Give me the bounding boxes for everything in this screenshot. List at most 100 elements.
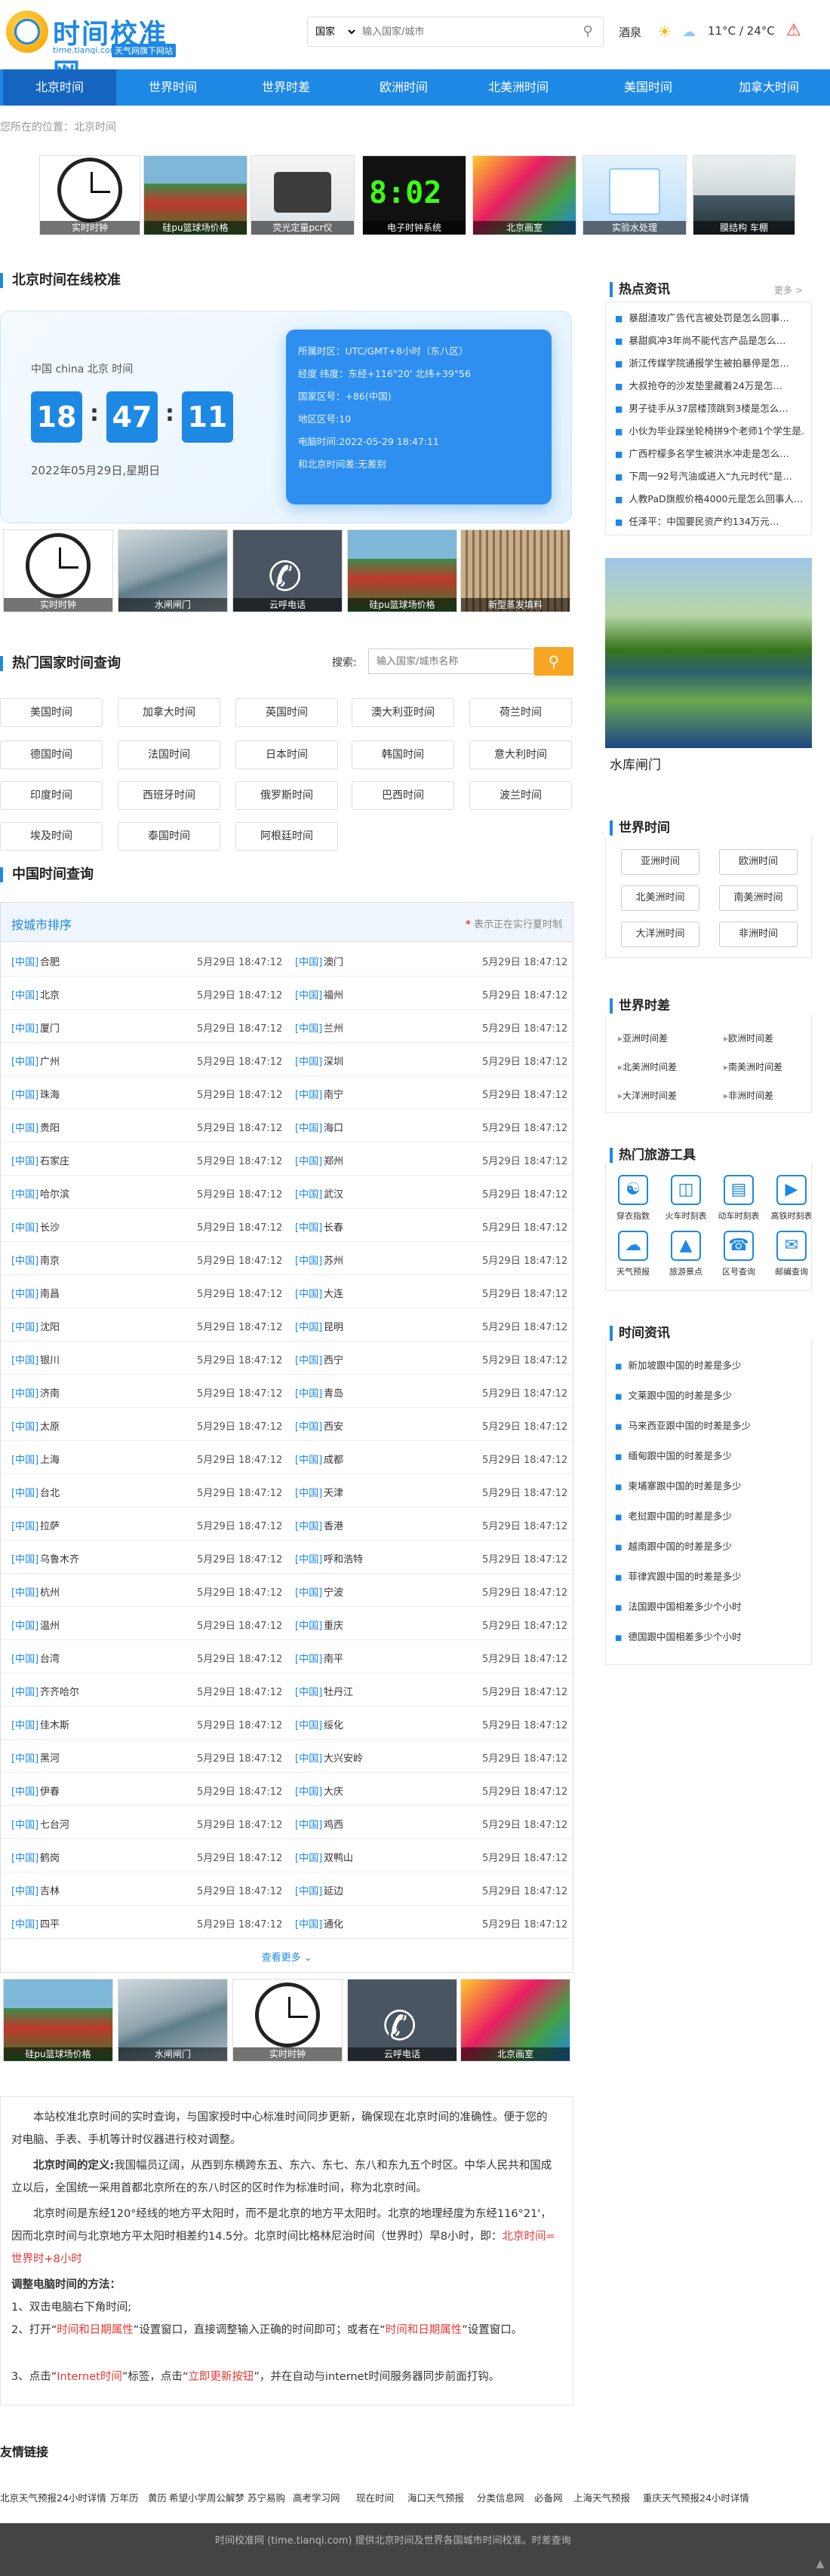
city-name[interactable]: 双鸭山 [324, 1850, 353, 1864]
city-tag[interactable]: [中国] [11, 987, 38, 1001]
city-name[interactable]: 佳木斯 [40, 1717, 69, 1731]
search-icon[interactable]: ⚲ [534, 647, 573, 676]
city-tag[interactable]: [中国] [295, 1186, 322, 1201]
city-name[interactable]: 台湾 [40, 1651, 60, 1665]
city-name[interactable]: 广州 [40, 1053, 60, 1068]
city-name[interactable]: 北京 [40, 987, 60, 1001]
city-name[interactable]: 大兴安岭 [324, 1750, 363, 1765]
city-tag[interactable]: [中国] [295, 1783, 322, 1798]
city-tag[interactable]: [中国] [11, 1618, 38, 1632]
city-name[interactable]: 郑州 [324, 1153, 343, 1167]
world-time-button[interactable]: 非洲时间 [719, 922, 798, 947]
weather-widget[interactable]: 酒泉 ☀ ☁ 11°C / 24°C ⚠ [619, 21, 830, 42]
city-name[interactable]: 珠海 [40, 1087, 60, 1101]
city-tag[interactable]: [中国] [295, 1916, 322, 1930]
city-name[interactable]: 厦门 [40, 1020, 60, 1035]
time-news-item[interactable]: 新加坡跟中国的时差是多少 [615, 1357, 741, 1372]
news-item[interactable]: 小伙为毕业踩坐轮椅拼9个老师1个学生是… [615, 423, 804, 437]
city-tag[interactable]: [中国] [295, 1883, 322, 1897]
city-tag[interactable]: [中国] [11, 1385, 38, 1400]
friend-link[interactable]: 周公解梦 [207, 2490, 244, 2504]
country-button[interactable]: 澳大利亚时间 [352, 698, 454, 727]
city-tag[interactable]: [中国] [295, 1286, 322, 1300]
world-time-button[interactable]: 北美洲时间 [621, 885, 699, 911]
city-name[interactable]: 香港 [324, 1518, 343, 1532]
city-name[interactable]: 银川 [40, 1352, 60, 1366]
world-time-button[interactable]: 欧洲时间 [719, 849, 798, 875]
city-tag[interactable]: [中国] [11, 1020, 38, 1035]
city-tag[interactable]: [中国] [295, 954, 322, 968]
city-name[interactable]: 伊春 [40, 1783, 60, 1798]
city-name[interactable]: 重庆 [324, 1618, 343, 1632]
country-button[interactable]: 阿根廷时间 [235, 822, 338, 851]
country-button[interactable]: 美国时间 [0, 698, 103, 727]
city-name[interactable]: 长沙 [40, 1219, 60, 1234]
city-tag[interactable]: [中国] [11, 1916, 38, 1930]
friend-link[interactable]: 分类信息网 [477, 2490, 524, 2504]
city-name[interactable]: 吉林 [40, 1883, 60, 1897]
city-tag[interactable]: [中国] [295, 1385, 322, 1400]
city-tag[interactable]: [中国] [11, 1485, 38, 1499]
time-news-item[interactable]: 越南跟中国的时差是多少 [615, 1538, 732, 1553]
city-name[interactable]: 哈尔滨 [40, 1186, 69, 1201]
search-input[interactable] [362, 23, 566, 40]
city-name[interactable]: 上海 [40, 1452, 60, 1466]
city-name[interactable]: 呼和浩特 [324, 1551, 363, 1566]
city-name[interactable]: 黑河 [40, 1750, 60, 1765]
city-tag[interactable]: [中国] [11, 1651, 38, 1665]
time-news-item[interactable]: 马来西亚跟中国的时差是多少 [615, 1418, 751, 1432]
city-name[interactable]: 乌鲁木齐 [40, 1551, 79, 1566]
city-name[interactable]: 天津 [324, 1485, 343, 1499]
news-item[interactable]: 男子徒手从37层楼顶跳到3楼是怎么… [615, 400, 804, 415]
city-tag[interactable]: [中国] [295, 1850, 322, 1864]
news-item[interactable]: 暴甜疯冲3年尚不能代言产品是怎么… [615, 333, 804, 347]
country-search-input[interactable] [368, 649, 534, 674]
city-name[interactable]: 南宁 [324, 1087, 343, 1101]
city-tag[interactable]: [中国] [295, 1485, 322, 1499]
country-button[interactable]: 德国时间 [0, 741, 103, 769]
ad-thumb-filler[interactable]: 新型蒸发填料 [460, 529, 570, 612]
nav-europe-time[interactable]: 欧洲时间 [347, 69, 460, 106]
ad-thumb-painting[interactable]: 北京画室 [472, 155, 576, 235]
city-tag[interactable]: [中国] [295, 1750, 322, 1765]
city-name[interactable]: 大连 [324, 1286, 343, 1300]
city-tag[interactable]: [中国] [295, 1684, 322, 1698]
nav-usa-time[interactable]: 美国时间 [592, 69, 705, 106]
city-name[interactable]: 杭州 [40, 1584, 60, 1599]
ad-thumb-phone[interactable]: ✆ 云呼电话 [232, 529, 343, 612]
city-tag[interactable]: [中国] [11, 1551, 38, 1566]
city-name[interactable]: 绥化 [324, 1717, 343, 1731]
sort-by-city-tab[interactable]: 按城市排序 [11, 915, 72, 933]
city-name[interactable]: 济南 [40, 1385, 60, 1400]
city-name[interactable]: 台北 [40, 1485, 60, 1499]
friend-link[interactable]: 上海天气预报 [573, 2490, 630, 2504]
world-diff-link[interactable]: 欧洲时间差 [724, 1032, 773, 1044]
city-tag[interactable]: [中国] [11, 1817, 38, 1831]
tool-item[interactable]: ☎ 区号查询 [715, 1231, 763, 1277]
country-button[interactable]: 荷兰时间 [469, 698, 572, 727]
city-tag[interactable]: [中国] [295, 1551, 322, 1566]
city-tag[interactable]: [中国] [11, 954, 38, 968]
news-item[interactable]: 任泽平：中国要民资产约134万元… [615, 514, 804, 528]
city-tag[interactable]: [中国] [11, 1120, 38, 1134]
city-name[interactable]: 福州 [324, 987, 343, 1001]
world-diff-link[interactable]: 亚洲时间差 [618, 1032, 668, 1044]
time-news-item[interactable]: 菲律宾跟中国的时差是多少 [615, 1569, 741, 1583]
show-more-link[interactable]: 查看更多 ⌄ [1, 1945, 573, 1972]
news-item[interactable]: 广西柠檬多名学生被洪水冲走是怎么… [615, 446, 804, 460]
country-button[interactable]: 法国时间 [118, 741, 220, 769]
friend-link[interactable]: 万年历 [110, 2490, 139, 2504]
city-name[interactable]: 通化 [324, 1916, 343, 1930]
city-tag[interactable]: [中国] [11, 1319, 38, 1333]
city-name[interactable]: 海口 [324, 1120, 343, 1134]
city-name[interactable]: 四平 [40, 1916, 60, 1930]
city-tag[interactable]: [中国] [11, 1717, 38, 1731]
tool-item[interactable]: ▲ 旅游景点 [662, 1231, 710, 1277]
city-tag[interactable]: [中国] [11, 1750, 38, 1765]
city-name[interactable]: 七台河 [40, 1817, 69, 1831]
ad-thumb-court[interactable]: 硅pu篮球场价格 [143, 155, 247, 235]
city-tag[interactable]: [中国] [11, 1153, 38, 1167]
world-time-button[interactable]: 大洋洲时间 [621, 922, 699, 947]
more-link[interactable]: 更多 > [774, 284, 803, 296]
city-tag[interactable]: [中国] [11, 1584, 38, 1599]
